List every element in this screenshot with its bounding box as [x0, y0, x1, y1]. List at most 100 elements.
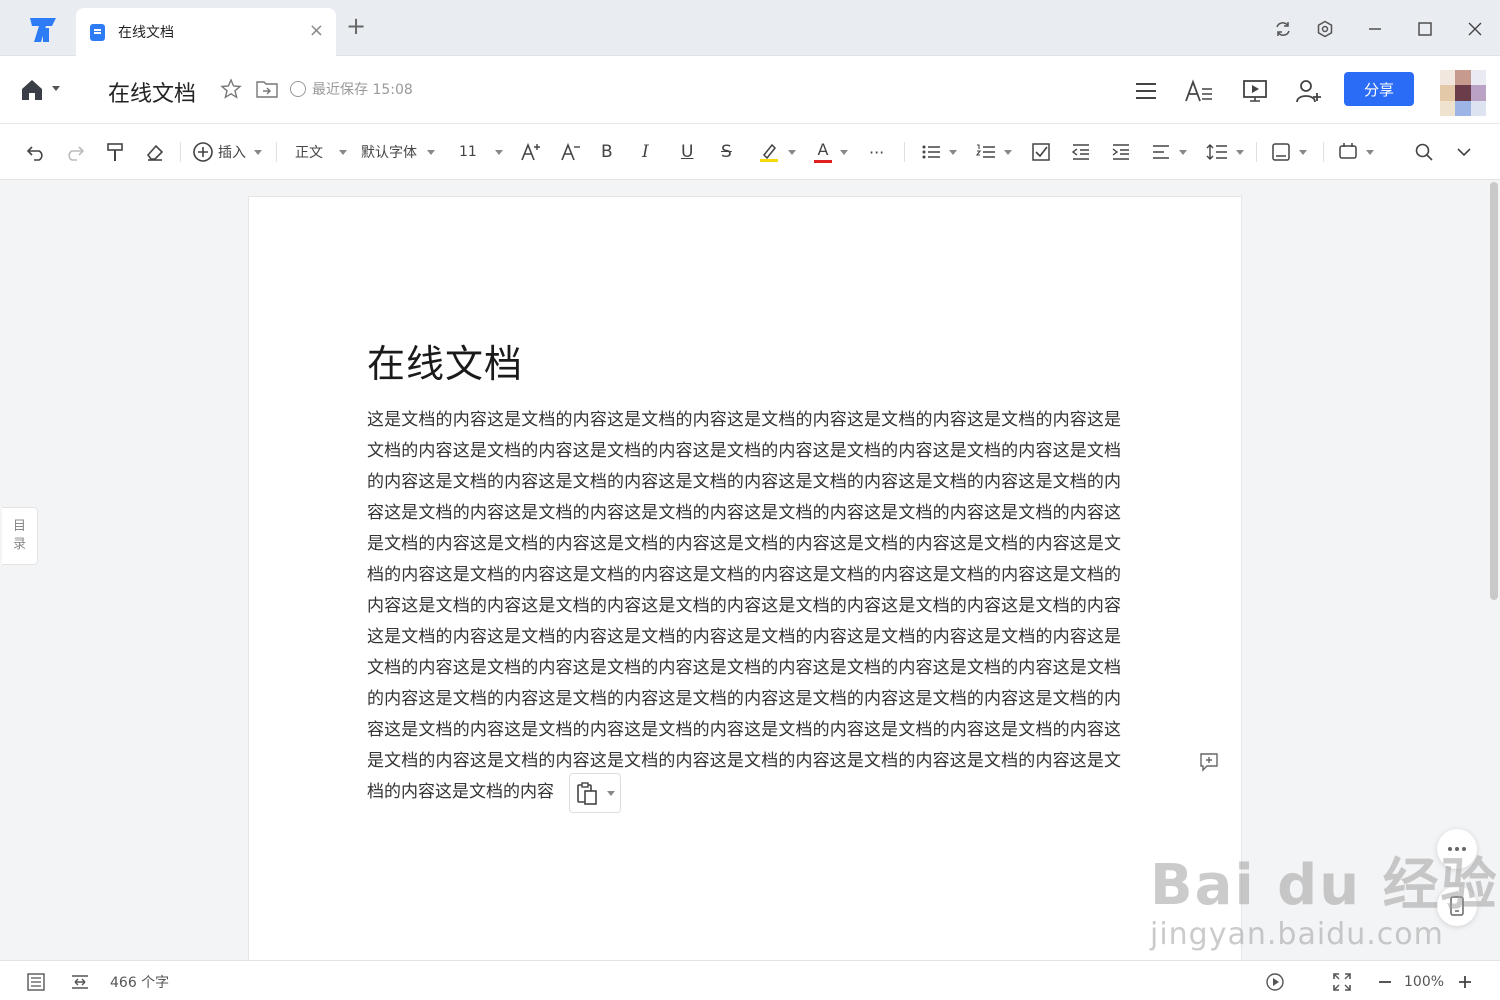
underline-button[interactable]: U: [681, 138, 693, 166]
refresh-icon[interactable]: [1270, 16, 1296, 42]
search-icon[interactable]: [1414, 138, 1434, 166]
scrollbar[interactable]: [1490, 182, 1498, 600]
page-width-icon[interactable]: [70, 971, 90, 993]
chevron-down-icon: [607, 790, 615, 796]
close-icon[interactable]: ×: [309, 20, 324, 41]
chevron-down-icon: [949, 149, 957, 155]
toc-toggle[interactable]: 目 录: [2, 507, 38, 565]
comment-add-icon[interactable]: [1199, 752, 1219, 772]
chevron-down-icon: [339, 149, 347, 155]
checkbox-icon[interactable]: [1031, 138, 1051, 166]
plus-circle-icon: [193, 142, 213, 162]
share-button[interactable]: 分享: [1344, 72, 1414, 106]
toolbar-divider: [276, 142, 277, 162]
bold-button[interactable]: B: [601, 138, 613, 166]
save-status: 最近保存 15:08: [290, 79, 413, 99]
chevron-down-icon: [1236, 149, 1244, 155]
font-color-swatch: [814, 159, 832, 163]
eraser-icon[interactable]: [145, 138, 165, 166]
view-icon[interactable]: [1338, 138, 1374, 166]
chevron-down-icon: [427, 149, 435, 155]
font-color-button[interactable]: A: [814, 138, 848, 166]
title-bar: 在线文档 × +: [0, 0, 1500, 56]
formatting-toolbar: 插入 正文 默认字体 11 B I U S A ···: [0, 124, 1500, 180]
line-spacing-icon[interactable]: [1206, 138, 1244, 166]
chevron-down-icon: [1299, 149, 1307, 155]
chevron-down-icon: [788, 149, 796, 155]
watermark-sub: jingyan.baidu.com: [1150, 917, 1444, 952]
italic-button[interactable]: I: [642, 138, 649, 166]
folder-move-icon[interactable]: [256, 80, 278, 98]
document-page[interactable]: 在线文档 这是文档的内容这是文档的内容这是文档的内容这是文档的内容这是文档的内容…: [248, 196, 1242, 966]
undo-icon[interactable]: [26, 138, 46, 166]
highlight-color-button[interactable]: [758, 138, 796, 166]
chevron-down-icon: [1366, 149, 1374, 155]
font-size-select[interactable]: 11: [459, 138, 503, 166]
chevron-down-icon: [1179, 149, 1187, 155]
plus-icon[interactable]: +: [346, 14, 366, 38]
font-color-icon: A: [814, 139, 832, 163]
font-family-select[interactable]: 默认字体: [361, 138, 435, 166]
tab-document[interactable]: 在线文档 ×: [76, 8, 336, 56]
app-logo[interactable]: [22, 14, 62, 44]
document-header: 在线文档 最近保存 15:08 分享: [0, 56, 1500, 124]
fullscreen-icon[interactable]: [1332, 971, 1352, 993]
align-icon[interactable]: [1151, 138, 1187, 166]
numbered-list-icon[interactable]: [976, 138, 1012, 166]
font-increase-icon[interactable]: [520, 138, 542, 166]
font-family-value: 默认字体: [361, 145, 417, 161]
window-close-icon[interactable]: [1462, 16, 1488, 42]
toc-label-1: 目: [12, 519, 26, 534]
chevron-down-icon: [254, 149, 262, 155]
document-title[interactable]: 在线文档: [108, 76, 196, 108]
present-icon[interactable]: [1240, 76, 1270, 106]
chevron-down-icon[interactable]: [1455, 138, 1473, 166]
play-icon[interactable]: [1265, 971, 1285, 993]
avatar[interactable]: [1440, 70, 1486, 116]
zoom-in-icon[interactable]: [1458, 971, 1472, 993]
outline-icon[interactable]: [26, 971, 46, 993]
text-style-icon[interactable]: [1184, 76, 1214, 106]
indent-icon[interactable]: [1111, 138, 1131, 166]
minimize-icon[interactable]: [1362, 16, 1388, 42]
gear-icon[interactable]: [1312, 16, 1338, 42]
zoom-out-icon[interactable]: [1378, 971, 1392, 993]
document-body[interactable]: 这是文档的内容这是文档的内容这是文档的内容这是文档的内容这是文档的内容这是文档的…: [367, 405, 1121, 808]
document-heading[interactable]: 在线文档: [367, 333, 523, 388]
redo-icon[interactable]: [65, 138, 85, 166]
toolbar-divider: [180, 142, 181, 162]
strikethrough-button[interactable]: S: [721, 138, 732, 166]
tab-title: 在线文档: [118, 25, 174, 41]
baidu-watermark: Bai du 经验 jingyan.baidu.com: [1150, 840, 1499, 952]
font-size-value: 11: [459, 144, 477, 160]
highlighter-icon: [760, 143, 778, 162]
zoom-level[interactable]: 100%: [1404, 971, 1444, 993]
more-icon[interactable]: ···: [869, 138, 884, 166]
doc-icon: [90, 24, 105, 41]
font-decrease-icon[interactable]: [560, 138, 582, 166]
chevron-down-icon[interactable]: [52, 86, 60, 91]
paste-options-button[interactable]: [569, 773, 621, 813]
paste-icon: [577, 782, 597, 805]
home-icon[interactable]: [20, 78, 44, 102]
paragraph-style-select[interactable]: 正文: [295, 138, 347, 166]
toolbar-divider: [1256, 142, 1257, 162]
format-painter-icon[interactable]: [105, 138, 125, 166]
maximize-icon[interactable]: [1412, 16, 1438, 42]
card-icon[interactable]: [1271, 138, 1307, 166]
font-color-glyph: A: [817, 139, 829, 159]
word-count: 466 个字: [110, 975, 170, 991]
menu-icon[interactable]: [1131, 76, 1161, 106]
outdent-icon[interactable]: [1071, 138, 1091, 166]
toc-label-2: 录: [12, 537, 26, 552]
bullet-list-icon[interactable]: [921, 138, 957, 166]
insert-button[interactable]: 插入: [192, 138, 262, 166]
chevron-down-icon: [1004, 149, 1012, 155]
add-user-icon[interactable]: [1294, 76, 1324, 106]
save-status-icon: [290, 81, 306, 97]
star-icon[interactable]: [220, 78, 242, 100]
status-bar: 466 个字 100%: [0, 960, 1500, 1000]
chevron-down-icon: [840, 149, 848, 155]
toolbar-divider: [904, 142, 905, 162]
save-status-text: 最近保存 15:08: [312, 82, 413, 98]
